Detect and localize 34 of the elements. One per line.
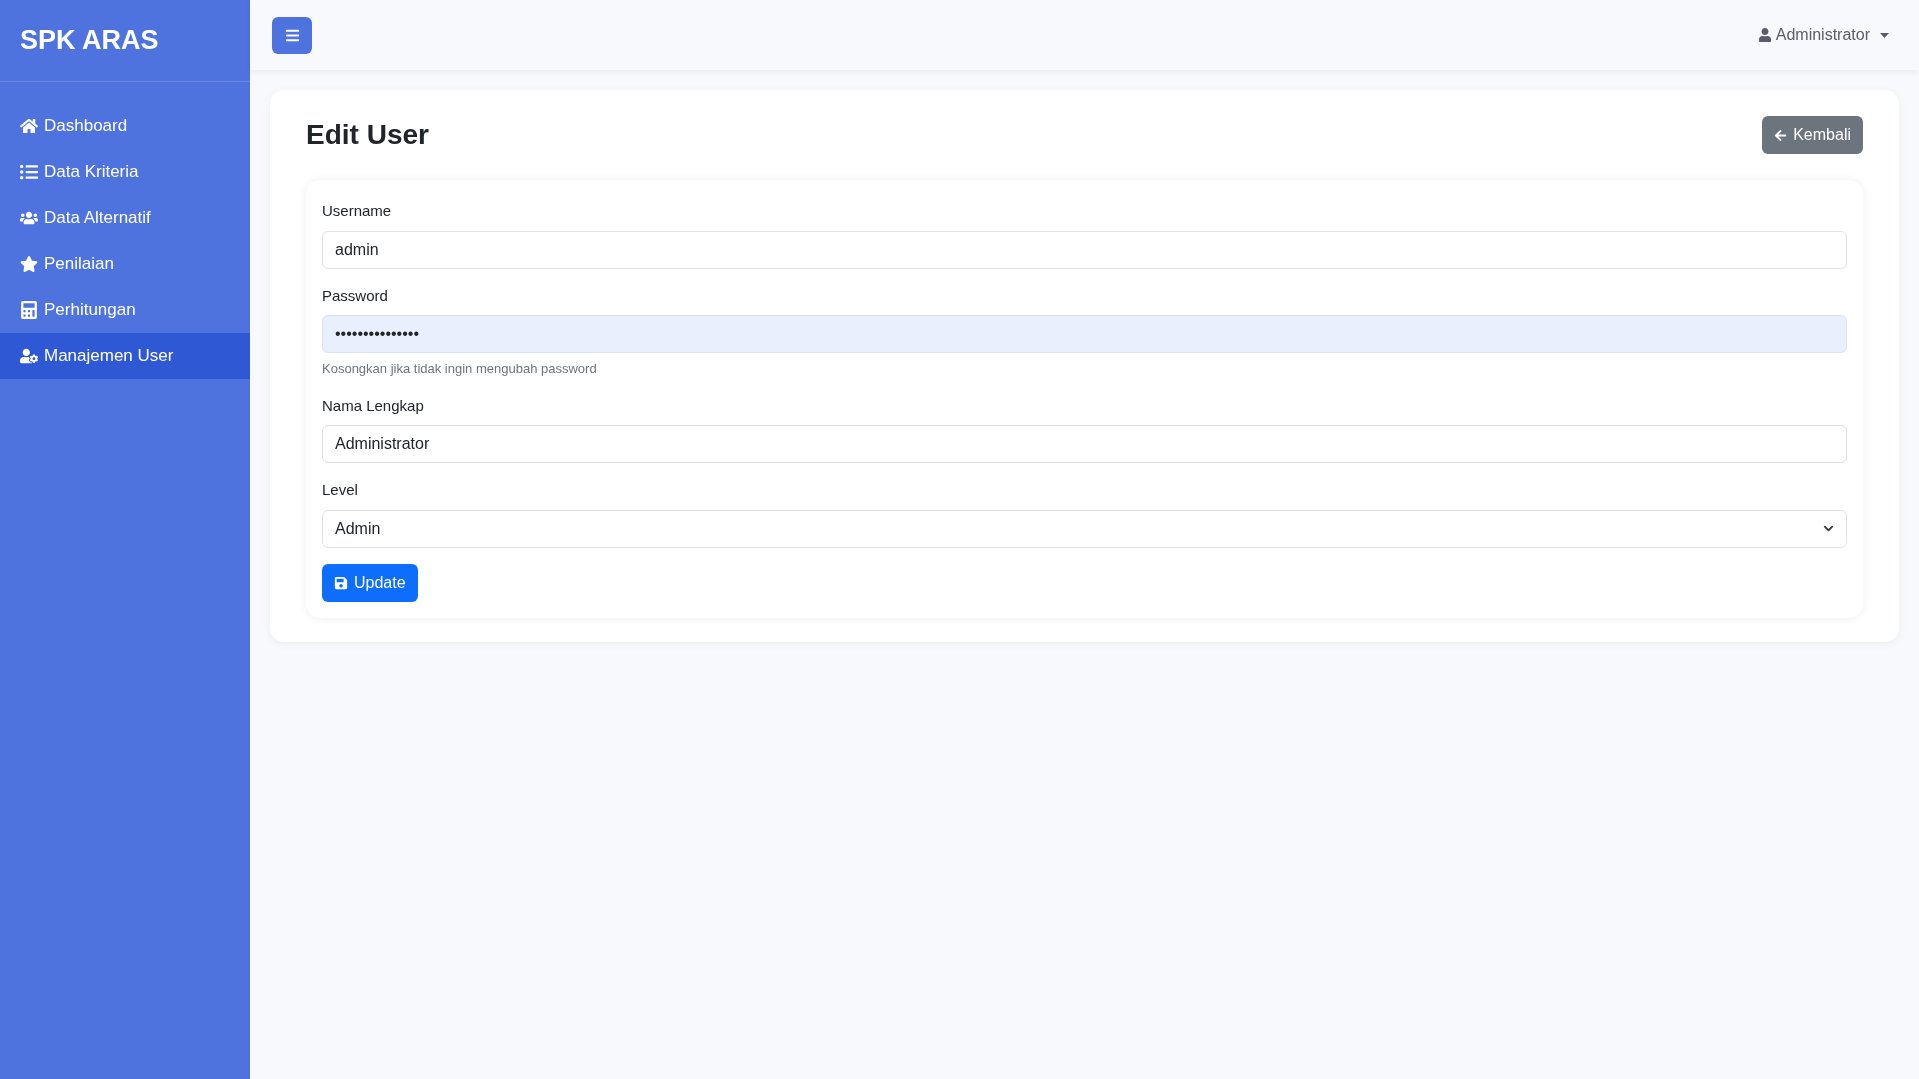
update-button[interactable]: Update — [322, 563, 418, 602]
password-field[interactable]: ••••••••••••••• — [322, 315, 1847, 353]
field-label: Level — [322, 480, 359, 500]
home-icon — [20, 117, 38, 135]
sidebar-item[interactable]: Penilaian — [0, 241, 250, 287]
page-title: Edit User — [306, 118, 429, 152]
sidebar-item[interactable]: Perhitungan — [0, 287, 250, 333]
field-label: Password — [322, 285, 389, 306]
menu-button[interactable] — [272, 16, 312, 54]
user-icon — [1757, 28, 1772, 42]
brand-title: SPK ARAS — [20, 24, 159, 58]
list-icon — [20, 163, 38, 181]
text-field[interactable]: admin — [322, 230, 1847, 269]
level-select[interactable]: Admin — [322, 509, 1847, 548]
caret-icon — [1880, 32, 1889, 38]
field-label: Username — [322, 201, 393, 221]
field-label: Nama Lengkap — [322, 395, 425, 416]
users-icon — [20, 209, 38, 227]
select-value: Admin — [335, 518, 381, 539]
star-icon — [20, 255, 38, 273]
text-field[interactable]: Administrator — [322, 425, 1847, 463]
calculator-icon — [20, 301, 38, 319]
sidebar-item[interactable]: Data Alternatif — [0, 195, 250, 241]
menu-icon — [284, 27, 300, 43]
user-menu[interactable]: Administrator — [1757, 23, 1889, 47]
save-icon — [334, 575, 348, 590]
user-gear-icon — [20, 347, 38, 365]
sidebar-item[interactable]: Manajemen User — [0, 333, 250, 379]
sidebar-item[interactable]: Data Kriteria — [0, 149, 250, 195]
sidebar-item[interactable]: Dashboard — [0, 103, 250, 149]
help-text: Kosongkan jika tidak ingin mengubah password — [322, 360, 598, 378]
arrow-left-icon — [1774, 128, 1788, 142]
back-button[interactable]: Kembali — [1762, 116, 1863, 154]
chevron-down-icon — [1823, 523, 1834, 534]
